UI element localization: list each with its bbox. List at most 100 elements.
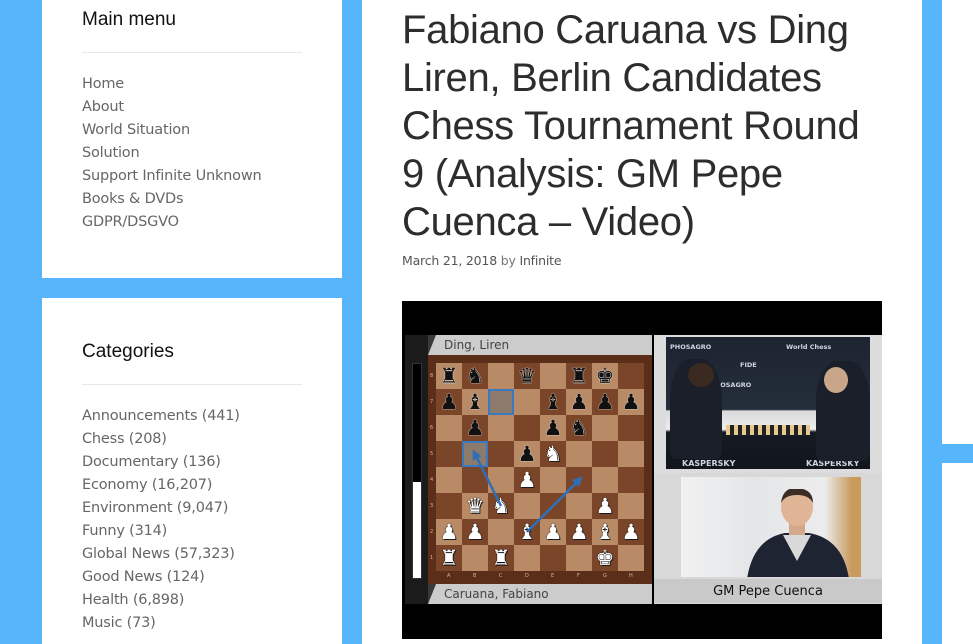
category-link[interactable]: Announcements	[82, 408, 198, 424]
square-d2: ♝	[514, 519, 540, 545]
menu-item-world-situation[interactable]: World Situation	[82, 119, 302, 142]
black-king-icon: ♚	[595, 363, 615, 388]
black-rook-icon: ♜	[569, 363, 589, 388]
category-item[interactable]: Announcements (441)	[82, 405, 302, 428]
rank-label: 8	[430, 373, 434, 379]
square-a2: ♟	[436, 519, 462, 545]
square-h6	[618, 415, 644, 441]
menu-item-books-dvds[interactable]: Books & DVDs	[82, 188, 302, 211]
black-pawn-icon: ♟	[543, 415, 563, 440]
black-pawn-icon: ♟	[439, 389, 459, 414]
file-label: B	[473, 573, 477, 579]
sponsor-logo: FIDE	[740, 361, 757, 369]
menu-link[interactable]: Books & DVDs	[82, 191, 184, 207]
file-label: G	[603, 573, 607, 579]
post-author-link[interactable]: Infinite	[519, 253, 561, 268]
rank-label: 6	[430, 425, 434, 431]
players-photo: PHOSAGRO World Chess FIDE PHOSAGRO KASPE…	[654, 335, 882, 473]
square-e4	[540, 467, 566, 493]
category-link[interactable]: Music	[82, 615, 122, 631]
square-f8: ♜	[566, 363, 592, 389]
chess-pieces-photo	[726, 425, 810, 435]
category-link[interactable]: Chess	[82, 431, 125, 447]
square-e6: ♟	[540, 415, 566, 441]
category-link[interactable]: Good News	[82, 569, 162, 585]
menu-item-home[interactable]: Home	[82, 73, 302, 96]
square-f6: ♞	[566, 415, 592, 441]
black-knight-icon: ♞	[569, 415, 589, 440]
category-link[interactable]: Funny	[82, 523, 125, 539]
black-pawn-icon: ♟	[595, 389, 615, 414]
category-link[interactable]: Global News	[82, 546, 170, 562]
category-link[interactable]: Health	[82, 592, 129, 608]
post-date-link[interactable]: March 21, 2018	[402, 253, 497, 268]
menu-link[interactable]: About	[82, 99, 124, 115]
white-pawn-icon: ♟	[517, 467, 537, 492]
category-count: (208)	[124, 431, 167, 447]
category-item[interactable]: Funny (314)	[82, 520, 302, 543]
menu-item-solution[interactable]: Solution	[82, 142, 302, 165]
white-knight-icon: ♞	[491, 493, 511, 518]
category-item[interactable]: Global News (57,323)	[82, 543, 302, 566]
square-a3	[436, 493, 462, 519]
chess-board-panel: Ding, Liren ♜ ♞ ♛ ♜ ♚ ♟ ♝ ♝ ♟ ♟ ♟ ♟ ♟ ♞ ♟ ♞ ♟ ♛ ♞ ♟ ♟ ♟ ♝ ♟ ♟ ♝ ♟ ♜…	[405, 335, 652, 604]
menu-link[interactable]: Home	[82, 76, 124, 92]
menu-item-gdpr[interactable]: GDPR/DSGVO	[82, 211, 302, 234]
rank-label: 5	[430, 451, 434, 457]
square-d4: ♟	[514, 467, 540, 493]
post-title[interactable]: Fabiano Caruana vs Ding Liren, Berlin Ca…	[402, 6, 882, 246]
categories-list: Announcements (441) Chess (208) Documentar…	[82, 405, 302, 635]
main-menu-title: Main menu	[82, 9, 176, 30]
categories-widget: Categories Announcements (441) Chess (208…	[42, 298, 342, 644]
category-count: (136)	[178, 454, 221, 470]
category-count: (124)	[162, 569, 205, 585]
white-pawn-icon: ♟	[465, 519, 485, 544]
square-d7	[514, 389, 540, 415]
rank-label: 2	[430, 529, 434, 535]
menu-link[interactable]: GDPR/DSGVO	[82, 214, 179, 230]
square-c2	[488, 519, 514, 545]
black-knight-icon: ♞	[465, 363, 485, 388]
file-label: H	[629, 573, 633, 579]
video-embed[interactable]: Ding, Liren ♜ ♞ ♛ ♜ ♚ ♟ ♝ ♝ ♟ ♟ ♟ ♟ ♟ ♞ ♟ ♞ ♟ ♛ ♞ ♟ ♟ ♟ ♝ ♟ ♟ ♝ ♟ ♜…	[402, 301, 882, 639]
square-e7: ♝	[540, 389, 566, 415]
menu-link[interactable]: Support Infinite Unknown	[82, 168, 262, 184]
category-link[interactable]: Documentary	[82, 454, 179, 470]
category-item[interactable]: Documentary (136)	[82, 451, 302, 474]
category-item[interactable]: Music (73)	[82, 612, 302, 635]
main-menu-list: Home About World Situation Solution Supp…	[82, 73, 302, 234]
white-queen-icon: ♛	[465, 493, 485, 518]
square-e5: ♞	[540, 441, 566, 467]
menu-item-support[interactable]: Support Infinite Unknown	[82, 165, 302, 188]
category-item[interactable]: Economy (16,207)	[82, 474, 302, 497]
category-count: (9,047)	[172, 500, 229, 516]
square-a6	[436, 415, 462, 441]
square-d8: ♛	[514, 363, 540, 389]
square-g6	[592, 415, 618, 441]
category-item[interactable]: Chess (208)	[82, 428, 302, 451]
menu-link[interactable]: Solution	[82, 145, 140, 161]
right-widget-top	[942, 0, 973, 444]
square-f5	[566, 441, 592, 467]
category-item[interactable]: Good News (124)	[82, 566, 302, 589]
square-f2: ♟	[566, 519, 592, 545]
square-h4	[618, 467, 644, 493]
category-link[interactable]: Environment	[82, 500, 173, 516]
square-d3	[514, 493, 540, 519]
chess-board: ♜ ♞ ♛ ♜ ♚ ♟ ♝ ♝ ♟ ♟ ♟ ♟ ♟ ♞ ♟ ♞ ♟ ♛ ♞ ♟ ♟ ♟ ♝ ♟ ♟ ♝ ♟ ♜ ♜ ♚	[436, 363, 644, 571]
category-link[interactable]: Economy	[82, 477, 148, 493]
main-content: Fabiano Caruana vs Ding Liren, Berlin Ca…	[362, 0, 922, 644]
square-c5	[488, 441, 514, 467]
menu-item-about[interactable]: About	[82, 96, 302, 119]
category-item[interactable]: Health (6,898)	[82, 589, 302, 612]
post-by-text: by	[500, 253, 516, 268]
square-f7: ♟	[566, 389, 592, 415]
square-g7: ♟	[592, 389, 618, 415]
white-bishop-icon: ♝	[517, 519, 537, 544]
white-pawn-icon: ♟	[569, 519, 589, 544]
commentator-figure	[747, 489, 849, 577]
category-count: (57,323)	[169, 546, 235, 562]
category-item[interactable]: Environment (9,047)	[82, 497, 302, 520]
menu-link[interactable]: World Situation	[82, 122, 190, 138]
file-label: E	[551, 573, 555, 579]
